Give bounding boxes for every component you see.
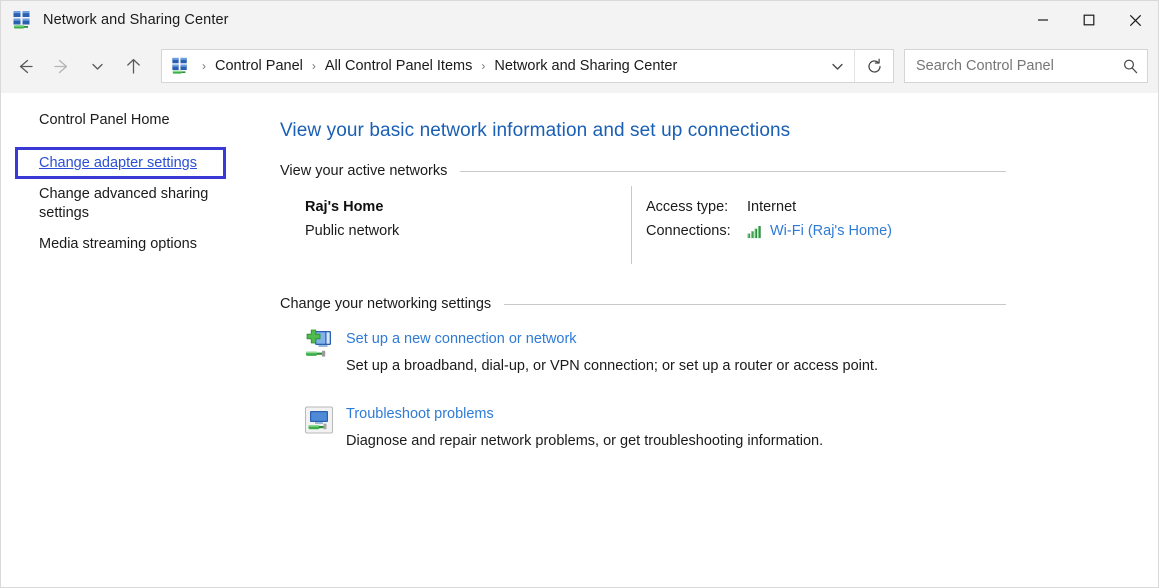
sidebar-item-change-advanced-sharing-settings[interactable]: Change advanced sharing settings — [1, 185, 244, 223]
back-button[interactable] — [7, 49, 43, 83]
troubleshoot-icon — [302, 403, 336, 437]
breadcrumb-network-and-sharing-center[interactable]: Network and Sharing Center — [492, 58, 679, 74]
back-arrow-icon — [16, 57, 35, 76]
access-type-label: Access type: — [646, 195, 747, 219]
connections-link[interactable]: Wi-Fi (Raj's Home) — [770, 219, 892, 243]
task-body: Troubleshoot problems Diagnose and repai… — [346, 402, 823, 451]
network-icon — [171, 57, 189, 75]
chevron-down-icon — [830, 59, 845, 74]
up-button[interactable] — [115, 49, 151, 83]
networking-settings-heading: Change your networking settings — [280, 296, 491, 312]
network-and-sharing-center-window: Network and Sharing Center — [0, 0, 1159, 588]
network-name: Raj's Home — [305, 195, 631, 219]
sidebar-item-control-panel-home[interactable]: Control Panel Home — [1, 111, 269, 130]
network-icon — [12, 10, 32, 30]
sidebar-item-change-adapter-settings-highlight[interactable]: Change adapter settings — [15, 147, 226, 179]
main-panel: View your basic network information and … — [269, 93, 1158, 587]
sidebar-item-media-streaming-options[interactable]: Media streaming options — [1, 235, 269, 254]
connections-value-wrap: Wi-Fi (Raj's Home) — [747, 219, 892, 243]
active-networks-heading: View your active networks — [280, 163, 447, 179]
detail-row-access-type: Access type: Internet — [646, 195, 1008, 219]
breadcrumb-separator: › — [474, 59, 492, 73]
forward-arrow-icon — [52, 57, 71, 76]
search-icon — [1122, 58, 1139, 75]
connections-label: Connections: — [646, 219, 747, 243]
content-area: Control Panel Home Change adapter settin… — [1, 93, 1158, 587]
window-controls — [1020, 1, 1158, 39]
set-up-new-connection-description: Set up a broadband, dial-up, or VPN conn… — [346, 356, 878, 376]
new-connection-icon — [302, 328, 336, 362]
troubleshoot-problems-description: Diagnose and repair network problems, or… — [346, 431, 823, 451]
refresh-button[interactable] — [854, 50, 893, 82]
minimize-icon — [1037, 14, 1049, 26]
minimize-button[interactable] — [1020, 1, 1066, 39]
breadcrumb-control-panel[interactable]: Control Panel — [213, 58, 305, 74]
sidebar-item-change-adapter-settings-label[interactable]: Change adapter settings — [39, 155, 197, 171]
networking-settings-section-header: Change your networking settings — [280, 296, 1158, 312]
active-network-details: Access type: Internet Connections: — [632, 195, 1008, 264]
breadcrumb-all-control-panel-items[interactable]: All Control Panel Items — [323, 58, 474, 74]
search-box[interactable] — [904, 49, 1148, 83]
forward-button[interactable] — [43, 49, 79, 83]
window-title: Network and Sharing Center — [43, 12, 229, 28]
troubleshoot-problems-link[interactable]: Troubleshoot problems — [346, 404, 494, 424]
title-bar: Network and Sharing Center — [1, 1, 1158, 39]
page-title: View your basic network information and … — [280, 120, 1158, 142]
maximize-icon — [1083, 14, 1095, 26]
active-networks-section-header: View your active networks — [280, 163, 1158, 179]
task-set-up-new-connection: Set up a new connection or network Set u… — [280, 327, 1158, 376]
close-icon — [1129, 14, 1142, 27]
wifi-signal-icon — [747, 224, 764, 239]
refresh-icon — [866, 58, 883, 75]
breadcrumb-separator: › — [195, 59, 213, 73]
search-input[interactable] — [905, 58, 1113, 74]
navigation-bar: › Control Panel › All Control Panel Item… — [1, 39, 1158, 93]
sidebar: Control Panel Home Change adapter settin… — [1, 93, 269, 587]
active-network-entry: Raj's Home Public network Access type: I… — [280, 195, 1158, 264]
recent-locations-button[interactable] — [79, 49, 115, 83]
section-divider — [460, 171, 1006, 172]
detail-row-connections: Connections: — [646, 219, 1008, 243]
maximize-button[interactable] — [1066, 1, 1112, 39]
network-type: Public network — [305, 219, 631, 243]
section-divider — [504, 304, 1006, 305]
task-troubleshoot-problems: Troubleshoot problems Diagnose and repai… — [280, 402, 1158, 451]
search-button[interactable] — [1113, 58, 1147, 75]
access-type-value: Internet — [747, 195, 796, 219]
close-button[interactable] — [1112, 1, 1158, 39]
set-up-new-connection-link[interactable]: Set up a new connection or network — [346, 329, 577, 349]
access-type-value-wrap: Internet — [747, 195, 796, 219]
active-network-identity: Raj's Home Public network — [280, 195, 631, 264]
up-arrow-icon — [124, 57, 143, 76]
chevron-down-icon — [90, 59, 105, 74]
breadcrumb-separator: › — [305, 59, 323, 73]
address-bar[interactable]: › Control Panel › All Control Panel Item… — [161, 49, 894, 83]
address-history-button[interactable] — [820, 50, 854, 82]
task-body: Set up a new connection or network Set u… — [346, 327, 878, 376]
